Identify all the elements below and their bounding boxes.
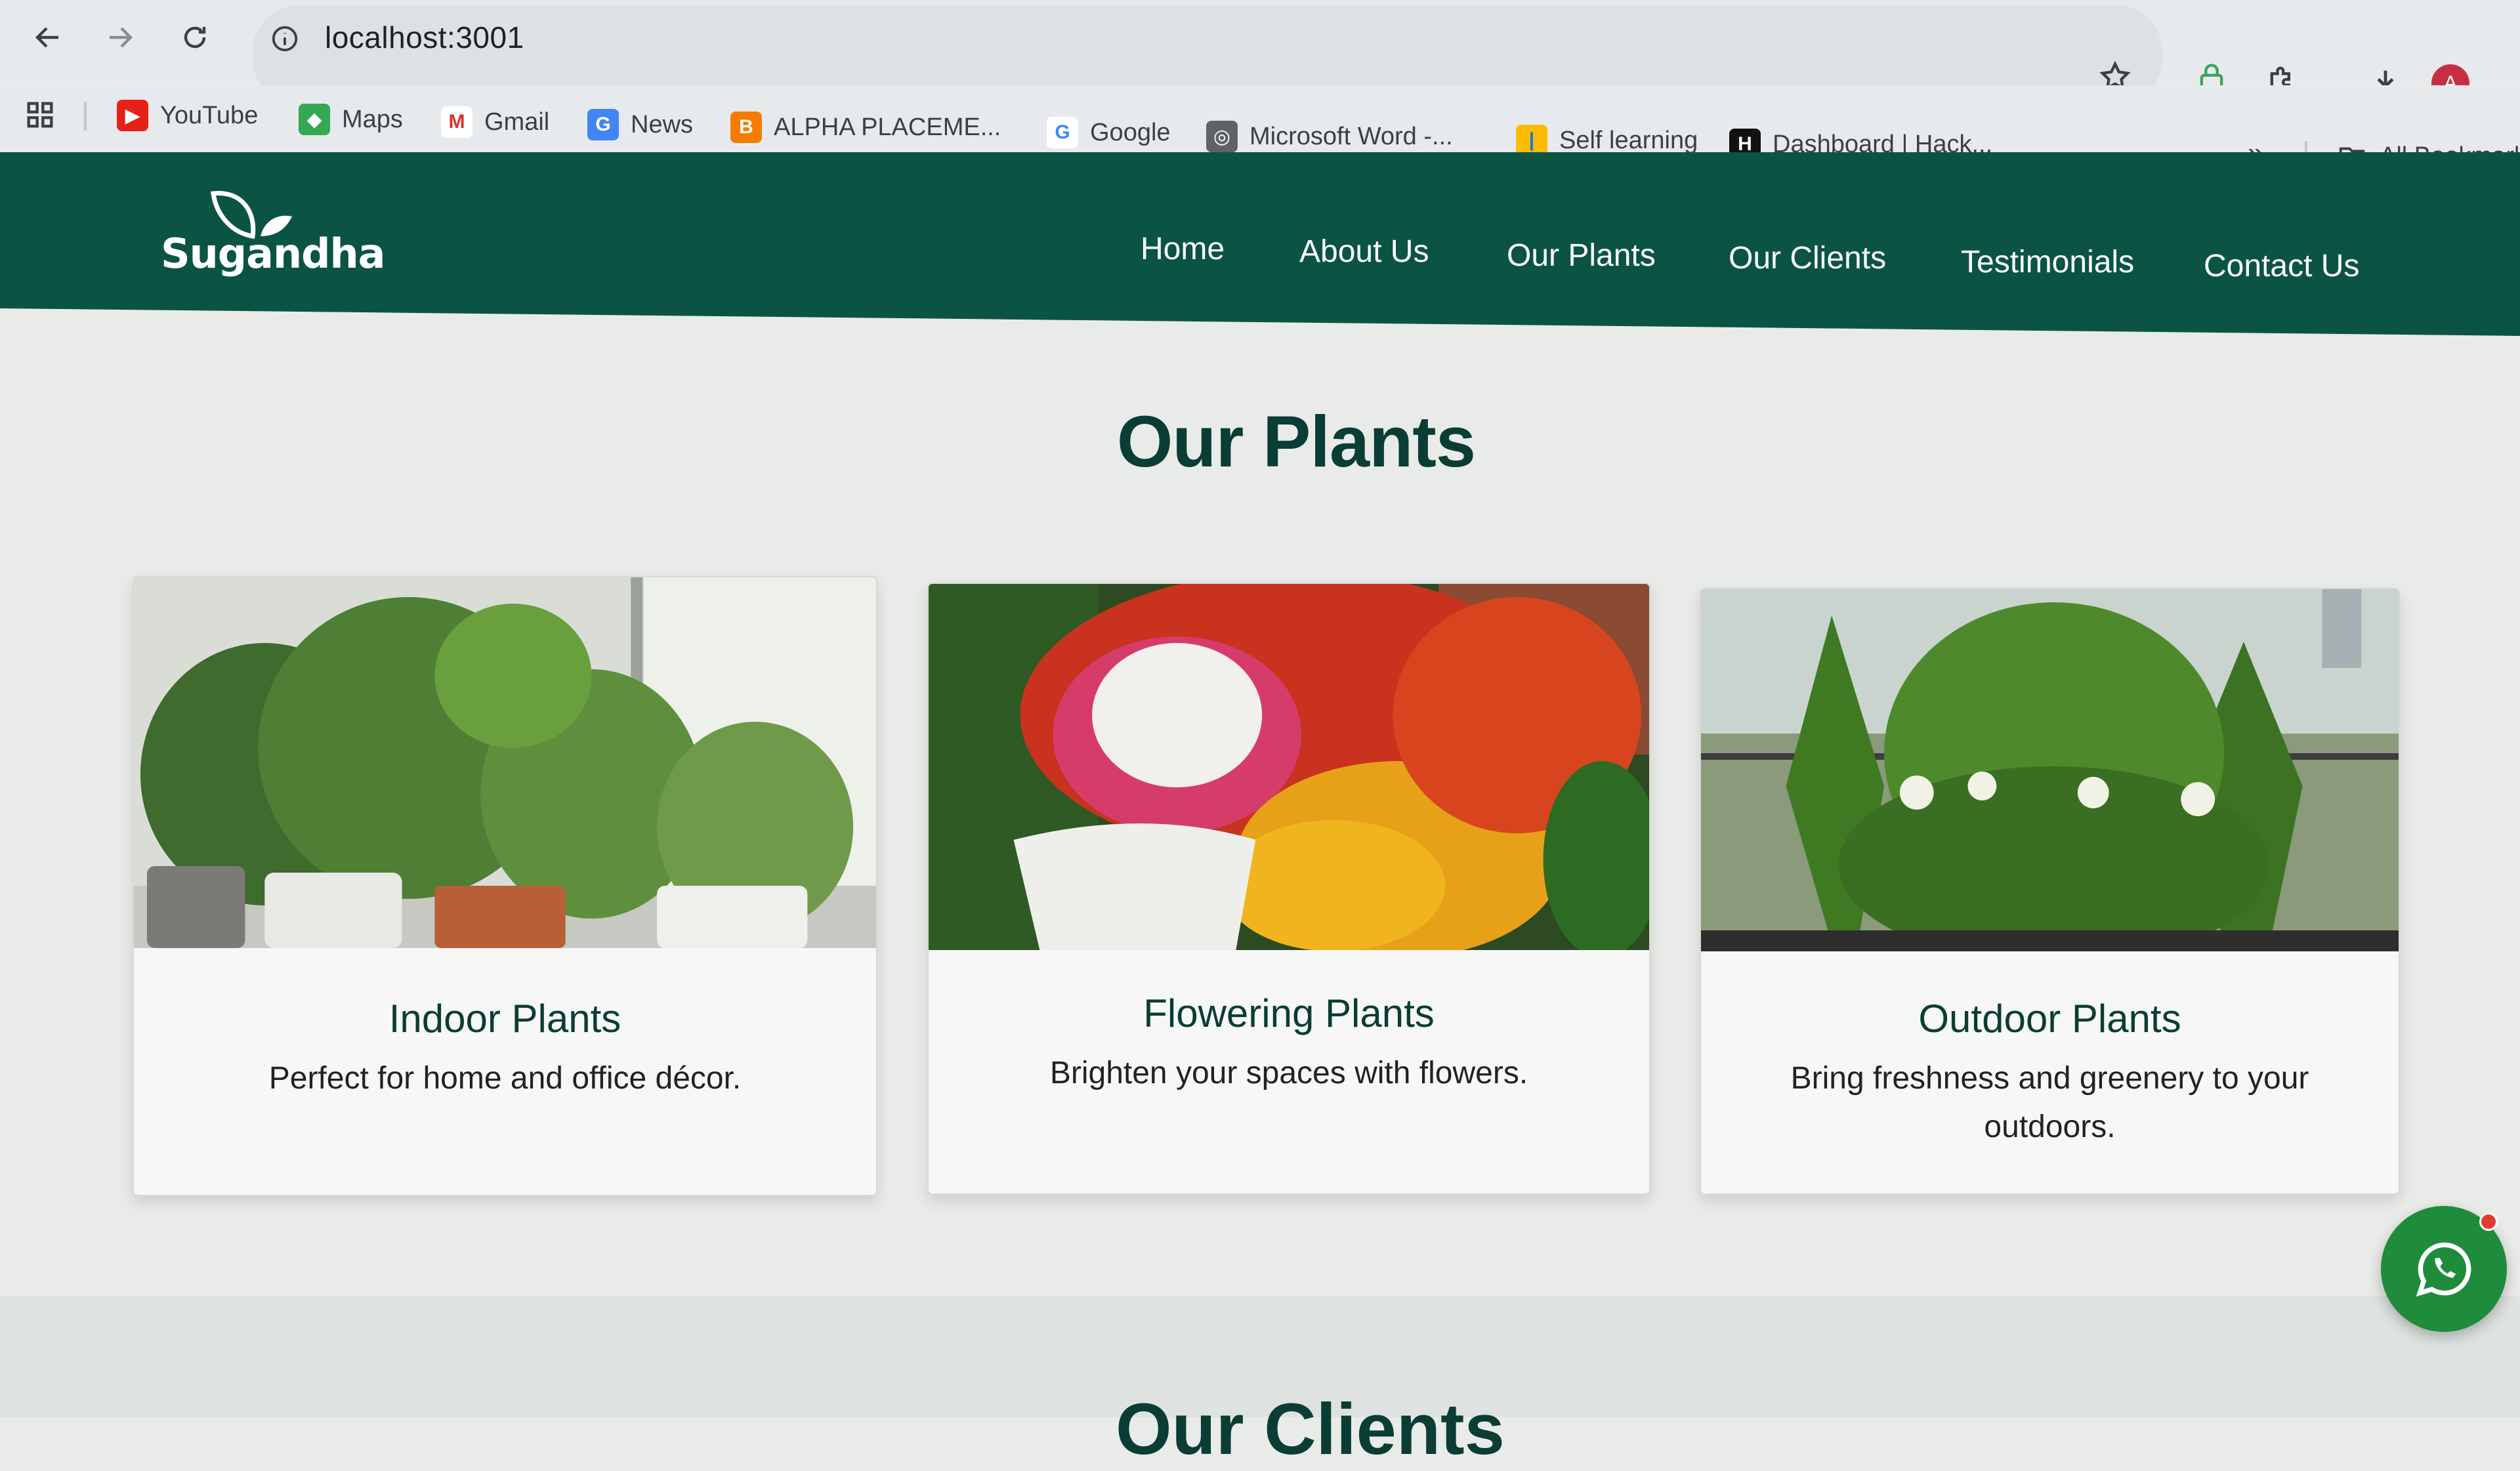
bookmark-gmail[interactable]: M Gmail — [441, 106, 549, 138]
nav-our-clients[interactable]: Our Clients — [1729, 240, 1886, 276]
site-logo[interactable]: Sugandha — [161, 190, 386, 282]
reload-icon[interactable] — [172, 14, 218, 60]
gmail-icon: M — [441, 106, 472, 138]
card-title: Indoor Plants — [388, 997, 621, 1041]
nav-about-us[interactable]: About Us — [1299, 234, 1429, 270]
nav-testimonials[interactable]: Testimonials — [1961, 244, 2134, 280]
logo-text: Sugandha — [161, 230, 386, 278]
forward-icon[interactable] — [97, 14, 143, 60]
flowering-plants-image — [929, 584, 1649, 950]
bookmark-microsoft-word[interactable]: ◎ Microsoft Word -... — [1206, 121, 1453, 152]
indoor-plants-image — [134, 577, 876, 948]
card-description: Brighten your spaces with flowers. — [1049, 1056, 1528, 1090]
plant-card-outdoor[interactable]: Outdoor Plants Bring freshness and green… — [1700, 588, 2400, 1195]
bookmark-google[interactable]: G Google — [1047, 117, 1171, 148]
clients-section-title: Our Clients — [1116, 1389, 1505, 1470]
bookmark-self-learning[interactable]: | Self learning — [1516, 125, 1698, 156]
blogger-icon: B — [730, 112, 762, 143]
notification-dot — [2479, 1212, 2498, 1231]
bookmark-alpha-placement[interactable]: B ALPHA PLACEME... — [730, 112, 1001, 143]
plant-card-indoor[interactable]: Indoor Plants Perfect for home and offic… — [133, 576, 877, 1196]
section-title: Our Plants — [1116, 402, 1476, 482]
maps-icon: ◆ — [299, 104, 330, 135]
bars-icon: | — [1516, 125, 1547, 156]
back-icon[interactable] — [25, 14, 71, 60]
nav-contact-us[interactable]: Contact Us — [2204, 248, 2359, 284]
youtube-icon: ▶ — [117, 100, 148, 131]
card-description: Bring freshness and greenery to your out… — [1790, 1061, 2309, 1144]
bookmark-maps[interactable]: ◆ Maps — [299, 104, 403, 135]
plant-card-flowering[interactable]: Flowering Plants Brighten your spaces wi… — [927, 583, 1650, 1195]
card-title: Outdoor Plants — [1918, 997, 2181, 1041]
bookmark-youtube[interactable]: ▶ YouTube — [117, 100, 258, 131]
site-info-icon[interactable] — [266, 20, 304, 58]
outdoor-plants-image — [1701, 589, 2399, 951]
globe-icon: ◎ — [1206, 121, 1238, 152]
nav-home[interactable]: Home — [1141, 231, 1225, 267]
whatsapp-icon — [2416, 1242, 2471, 1297]
apps-grid-icon[interactable] — [17, 92, 63, 138]
bookmark-news[interactable]: G News — [587, 109, 693, 140]
news-icon: G — [587, 109, 619, 140]
card-description: Perfect for home and office décor. — [268, 1061, 742, 1096]
card-title: Flowering Plants — [1143, 991, 1435, 1035]
google-icon: G — [1047, 117, 1078, 148]
nav-our-plants[interactable]: Our Plants — [1507, 238, 1656, 274]
bookmarks-separator — [84, 102, 87, 131]
url-text[interactable]: localhost:3001 — [325, 20, 524, 55]
